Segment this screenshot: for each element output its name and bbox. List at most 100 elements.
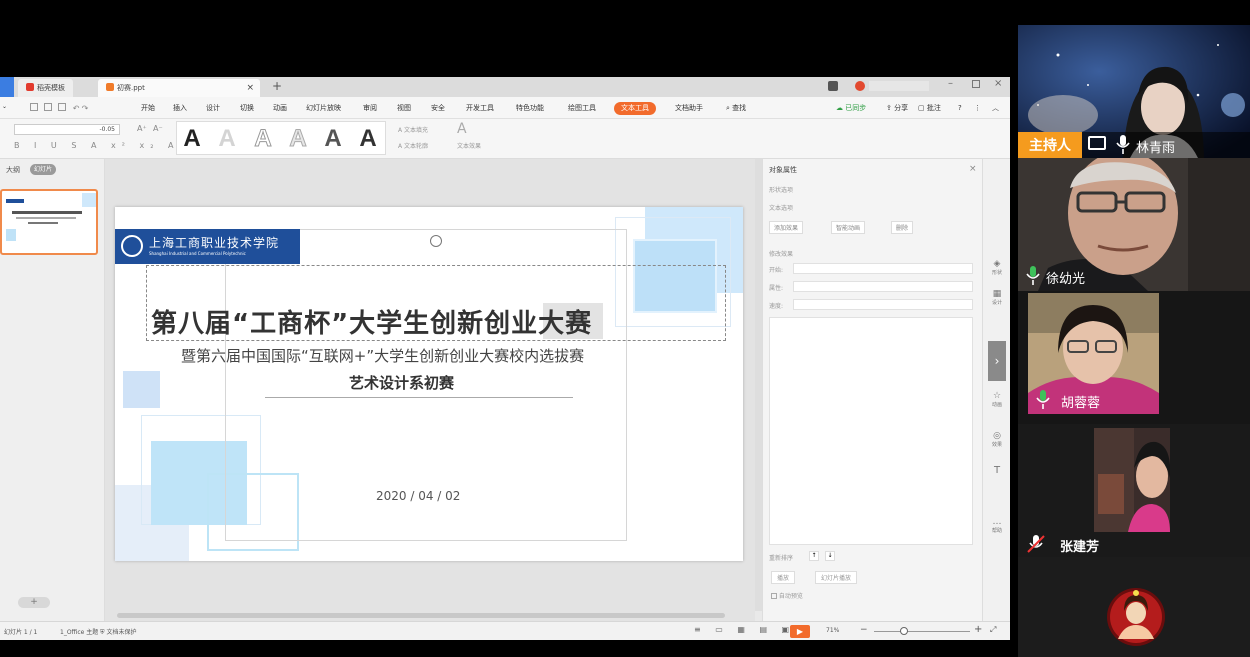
participant-tile[interactable]: 徐幼光 (1018, 158, 1250, 291)
delete-button[interactable]: 删除 (891, 221, 914, 234)
tab-docer[interactable]: 稻壳模板 (18, 79, 73, 97)
menu-features[interactable]: 特色功能 (516, 102, 544, 115)
menu-view[interactable]: 视图 (397, 102, 411, 115)
menu-developer[interactable]: 开发工具 (466, 102, 494, 115)
text-style-light[interactable]: A (213, 125, 241, 153)
account-icon[interactable] (855, 81, 865, 91)
text-style-solid[interactable]: A (178, 125, 206, 153)
zoom-slider-thumb[interactable] (900, 627, 908, 635)
scrollbar-thumb[interactable] (117, 613, 725, 618)
rail-animation[interactable]: ☆ 动画 (989, 391, 1005, 408)
collapse-ribbon-icon[interactable]: ︿ (992, 102, 999, 115)
option-row[interactable]: 形状选项 (769, 185, 793, 194)
play-button[interactable]: 播放 (771, 571, 796, 584)
increase-font-icon[interactable]: A⁺ (137, 124, 147, 133)
microphone-icon (1116, 135, 1130, 154)
slide-title[interactable]: 第八届“工商杯”大学生创新创业大赛 (151, 303, 711, 340)
fit-window-icon[interactable]: ⤢ (990, 625, 996, 635)
close-window-icon[interactable]: × (994, 78, 1002, 89)
font-size-field[interactable]: -0.05 (14, 124, 120, 135)
participant-tile[interactable] (1018, 557, 1250, 657)
text-effect-label[interactable]: 文本效果 (457, 141, 481, 150)
rail-help[interactable]: … 帮助 (989, 517, 1005, 534)
minimize-icon[interactable]: – (948, 78, 953, 89)
slide-date[interactable]: 2020 / 04 / 02 (376, 489, 460, 503)
play-slideshow-icon[interactable]: ▶ (790, 625, 810, 638)
doc-protect-status[interactable]: ⛨ 文档未保护 (100, 627, 136, 637)
redo-icon[interactable]: ↷ (82, 104, 89, 113)
menu-transition[interactable]: 切换 (240, 102, 254, 115)
property-select[interactable] (793, 281, 973, 292)
menu-slideshow[interactable]: 幻灯片放映 (306, 102, 341, 115)
menu-insert[interactable]: 插入 (173, 102, 187, 115)
participant-tile[interactable]: 张建芳 (1018, 424, 1250, 557)
menu-home[interactable]: 开始 (141, 102, 155, 115)
menu-drawing-tools[interactable]: 绘图工具 (568, 102, 596, 115)
print-icon[interactable] (44, 103, 53, 111)
rail-text[interactable]: T (989, 465, 1005, 476)
zoom-slider[interactable] (874, 631, 970, 632)
smart-animation-button[interactable]: 智能动画 (831, 221, 866, 234)
add-effect-button[interactable]: 添加效果 (769, 221, 804, 234)
zoom-level[interactable]: 71% (826, 627, 839, 634)
file-menu-chevron[interactable]: ⌄ (2, 103, 8, 111)
decrease-font-icon[interactable]: A⁻ (153, 124, 163, 133)
start-select[interactable] (793, 263, 973, 274)
new-tab-button[interactable]: + (272, 79, 282, 93)
undo-icon[interactable]: ↶ (73, 104, 80, 113)
layout-icon[interactable] (828, 81, 838, 91)
participant-tile[interactable]: 胡蓉蓉 (1018, 291, 1250, 424)
move-up-icon[interactable]: ↑ (809, 551, 819, 561)
slide-department[interactable]: 艺术设计系初赛 (349, 372, 454, 393)
view-mode-buttons[interactable]: ≡ ▭ ▦ ▤ ▣ (694, 625, 795, 634)
autopreview-checkbox[interactable]: 自动预览 (771, 591, 803, 600)
menu-security[interactable]: 安全 (431, 102, 445, 115)
text-style-dark[interactable]: A (319, 125, 347, 153)
help-icon[interactable]: ? (958, 102, 962, 115)
add-slide-button[interactable]: + (18, 597, 50, 608)
search-command[interactable]: ⌕ 查找 (726, 102, 746, 115)
preview-icon[interactable] (58, 103, 67, 111)
rail-design[interactable]: ▦ 设计 (989, 289, 1005, 306)
comment-button[interactable]: ▢ 批注 (918, 102, 941, 115)
slide-thumbnail-1[interactable] (0, 189, 98, 255)
menu-text-tools[interactable]: 文本工具 (614, 102, 656, 115)
text-style-outline[interactable]: A (249, 125, 277, 153)
move-down-icon[interactable]: ↓ (825, 551, 835, 561)
slideshow-button[interactable]: 幻灯片播放 (815, 571, 858, 584)
animation-list[interactable] (769, 317, 973, 545)
tab-presentation[interactable]: 初赛.ppt × (98, 79, 260, 97)
option-row[interactable]: 文本选项 (769, 203, 793, 212)
text-outline-button[interactable]: A 文本轮廓 (398, 141, 428, 150)
maximize-icon[interactable] (972, 80, 980, 88)
slide-subtitle[interactable]: 暨第六届中国国际“互联网+”大学生创新创业大赛校内选拔赛 (181, 345, 701, 366)
share-button[interactable]: ⇪ 分享 (886, 102, 908, 115)
close-tab-icon[interactable]: × (246, 79, 254, 97)
tab-outline[interactable]: 大纲 (6, 165, 20, 175)
text-effect-icon[interactable]: A (457, 121, 467, 137)
zoom-out-icon[interactable]: − (860, 625, 868, 635)
menu-doc-assistant[interactable]: 文档助手 (675, 102, 703, 115)
menu-design[interactable]: 设计 (206, 102, 220, 115)
text-style-outline-fill[interactable]: A (284, 125, 312, 153)
sync-status[interactable]: ☁ 已同步 (836, 102, 866, 115)
rail-shape[interactable]: ◈ 形状 (989, 259, 1005, 276)
close-panel-icon[interactable]: × (969, 164, 977, 174)
vertical-scrollbar[interactable] (755, 159, 762, 611)
save-icon[interactable] (30, 103, 38, 111)
rotate-handle[interactable] (430, 235, 442, 247)
expand-panel-chevron-icon[interactable]: › (988, 341, 1006, 381)
menu-animation[interactable]: 动画 (273, 102, 287, 115)
rail-effect[interactable]: ◎ 效果 (989, 431, 1005, 448)
text-fill-button[interactable]: A 文本填充 (398, 125, 428, 134)
tab-slides[interactable]: 幻灯片 (30, 164, 57, 175)
more-icon[interactable]: ⋮ (974, 102, 981, 115)
menu-review[interactable]: 审阅 (363, 102, 377, 115)
slide[interactable]: 上海工商职业技术学院 Shanghai Industrial and Comme… (115, 207, 743, 561)
app-menu-button[interactable] (0, 77, 14, 97)
participant-tile[interactable]: 主持人 林青雨 (1018, 25, 1250, 158)
speed-select[interactable] (793, 299, 973, 310)
text-style-bold[interactable]: A (354, 125, 382, 153)
zoom-in-icon[interactable]: + (974, 624, 982, 635)
horizontal-scrollbar[interactable] (105, 611, 755, 621)
